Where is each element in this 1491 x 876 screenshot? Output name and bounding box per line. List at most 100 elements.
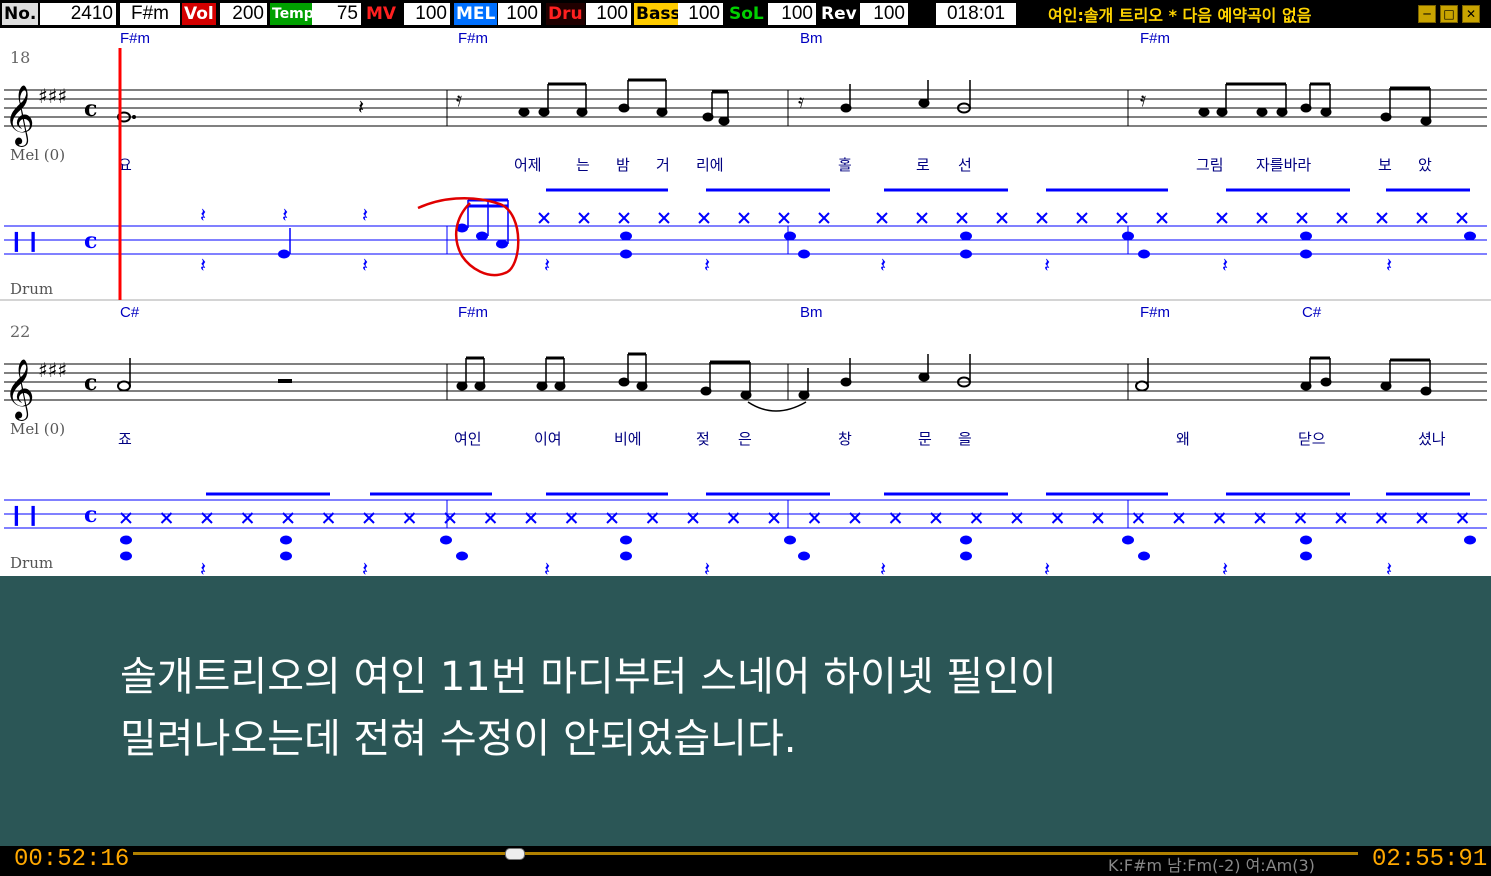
elapsed-time: 00:52:16 bbox=[14, 846, 130, 873]
hihat-note bbox=[578, 212, 590, 224]
key-info: K:F#m 남:Fm(-2) 여:Am(3) bbox=[1108, 856, 1315, 875]
hihat-note bbox=[818, 212, 830, 224]
measure-number: 22 bbox=[10, 322, 30, 341]
drum-notehead bbox=[620, 231, 632, 241]
hihat-note bbox=[738, 212, 750, 224]
hihat-note bbox=[1456, 212, 1468, 224]
drum-track-label: Drum bbox=[10, 280, 53, 298]
lyric: 창 bbox=[838, 430, 852, 448]
rest-icon: 𝄽 bbox=[1222, 253, 1228, 277]
rest-icon: 𝄽 bbox=[200, 253, 206, 277]
rest-icon: 𝄽 bbox=[1044, 557, 1050, 576]
chord-symbol: F#m bbox=[458, 30, 488, 47]
svg-text:𝄿: 𝄿 bbox=[1140, 87, 1146, 111]
score-canvas[interactable]: 18 F#m F#m Bm F#m 𝄞 ♯♯♯ c 𝄽 𝄿 𝄿 𝄿 Mel (0… bbox=[0, 28, 1491, 576]
mv-value[interactable]: 100 bbox=[404, 3, 450, 25]
lyric: 홀 bbox=[838, 156, 852, 174]
hihat-note bbox=[876, 212, 888, 224]
hihat-note bbox=[1296, 212, 1308, 224]
lyric: 그림 bbox=[1196, 156, 1224, 174]
chord-symbol: Bm bbox=[800, 30, 823, 47]
vol-value[interactable]: 200 bbox=[220, 3, 267, 25]
drum-notehead bbox=[1300, 535, 1312, 545]
hihat-note bbox=[956, 212, 968, 224]
chord-symbol: F#m bbox=[1140, 304, 1170, 321]
drum-notehead bbox=[496, 239, 508, 249]
mel-value[interactable]: 100 bbox=[498, 3, 541, 25]
melody-track-label: Mel (0) bbox=[10, 146, 65, 164]
lyric: 죠 bbox=[118, 430, 132, 448]
vol-label: Vol bbox=[182, 3, 216, 25]
rest-icon: 𝄽 bbox=[362, 253, 368, 277]
drum-notehead bbox=[620, 535, 632, 545]
chord-symbol: F#m bbox=[120, 30, 150, 47]
temp-value[interactable]: 75 bbox=[312, 3, 361, 25]
hihat-note bbox=[1116, 212, 1128, 224]
drum-notehead bbox=[960, 551, 972, 561]
rest-icon: 𝄽 bbox=[200, 203, 206, 227]
hihat-note bbox=[698, 212, 710, 224]
sol-value[interactable]: 100 bbox=[768, 3, 816, 25]
chord-symbol: F#m bbox=[458, 304, 488, 321]
lyric: 비에 bbox=[614, 430, 642, 448]
svg-text:𝄿: 𝄿 bbox=[798, 89, 804, 113]
lyric: 았 bbox=[1418, 156, 1432, 174]
drum-time-signature: c bbox=[84, 228, 97, 254]
svg-text:𝄽: 𝄽 bbox=[358, 95, 364, 119]
drum-notes: 𝄽 𝄽 𝄽 𝄽 𝄽 𝄽 𝄽 𝄽 𝄽 𝄽 𝄽 bbox=[200, 188, 1476, 277]
drum-notehead bbox=[620, 249, 632, 259]
drum-notes: 𝄽 𝄽 𝄽 𝄽 𝄽 𝄽 𝄽 𝄽 bbox=[120, 492, 1476, 576]
drum-notehead bbox=[440, 535, 452, 545]
system-1: 18 F#m F#m Bm F#m 𝄞 ♯♯♯ c 𝄽 𝄿 𝄿 𝄿 Mel (0… bbox=[0, 30, 1491, 301]
melody-track-label: Mel (0) bbox=[10, 420, 65, 438]
melody-notes: 𝄽 𝄿 𝄿 𝄿 bbox=[117, 78, 1432, 126]
hihat-note bbox=[1376, 212, 1388, 224]
dru-value[interactable]: 100 bbox=[586, 3, 631, 25]
key-signature-sharps: ♯♯♯ bbox=[38, 358, 67, 382]
lyric: 선 bbox=[958, 156, 972, 174]
caption-line-2: 밀려나오는데 전혀 수정이 안되었습니다. bbox=[120, 716, 797, 762]
lyric: 은 bbox=[738, 430, 752, 448]
drum-notehead bbox=[456, 551, 468, 561]
drum-notehead bbox=[1122, 535, 1134, 545]
drum-notehead bbox=[798, 249, 810, 259]
minimize-icon[interactable]: ─ bbox=[1418, 5, 1436, 23]
rest-icon: 𝄽 bbox=[1386, 253, 1392, 277]
chord-symbol: C# bbox=[1302, 304, 1322, 321]
hihat-note bbox=[778, 212, 790, 224]
bass-value[interactable]: 100 bbox=[678, 3, 723, 25]
rest-icon: 𝄽 bbox=[362, 203, 368, 227]
rev-value[interactable]: 100 bbox=[860, 3, 908, 25]
lyric: 보 bbox=[1378, 156, 1392, 174]
mel-label: MEL bbox=[454, 3, 498, 25]
hihat-note bbox=[1156, 212, 1168, 224]
song-key: F#m bbox=[120, 3, 180, 25]
drum-notehead bbox=[1138, 551, 1150, 561]
rev-label: Rev bbox=[821, 4, 857, 24]
drum-notehead bbox=[120, 551, 132, 561]
drum-notehead bbox=[960, 231, 972, 241]
close-icon[interactable]: ✕ bbox=[1462, 5, 1480, 23]
maximize-icon[interactable]: □ bbox=[1440, 5, 1458, 23]
drum-notehead bbox=[784, 535, 796, 545]
chord-symbol: Bm bbox=[800, 304, 823, 321]
hihat-note bbox=[916, 212, 928, 224]
chord-symbol: C# bbox=[120, 304, 140, 321]
dru-label: Dru bbox=[546, 3, 585, 25]
lyrics-line: 죠 여인 이여 비에 젖 은 창 문 을 왜 닫으 셨나 bbox=[118, 430, 1446, 448]
score-view[interactable]: 18 F#m F#m Bm F#m 𝄞 ♯♯♯ c 𝄽 𝄿 𝄿 𝄿 Mel (0… bbox=[0, 28, 1491, 576]
top-status-bar: No. 2410 F#m Vol 200 Temp 75 MV 100 MEL … bbox=[0, 0, 1491, 28]
percussion-clef-icon: ❙❙ bbox=[8, 502, 42, 526]
system-2: 22 C# F#m Bm F#m C# 𝄞 ♯♯♯ c Mel (0) 죠 여인… bbox=[4, 304, 1487, 576]
lyric: 는 bbox=[576, 156, 590, 174]
drum-notehead bbox=[120, 535, 132, 545]
lyric: 이여 bbox=[534, 430, 562, 448]
song-number: 2410 bbox=[40, 3, 116, 25]
progress-thumb[interactable] bbox=[505, 848, 525, 860]
drum-notehead bbox=[1300, 231, 1312, 241]
drum-track-label: Drum bbox=[10, 554, 53, 572]
drum-notehead bbox=[1464, 231, 1476, 241]
hihat-note bbox=[1216, 212, 1228, 224]
caption-line-1: 솔개트리오의 여인 11번 마디부터 스네어 하이넷 필인이 bbox=[120, 654, 1057, 700]
caption-panel: 솔개트리오의 여인 11번 마디부터 스네어 하이넷 필인이 밀려나오는데 전혀… bbox=[0, 576, 1491, 846]
